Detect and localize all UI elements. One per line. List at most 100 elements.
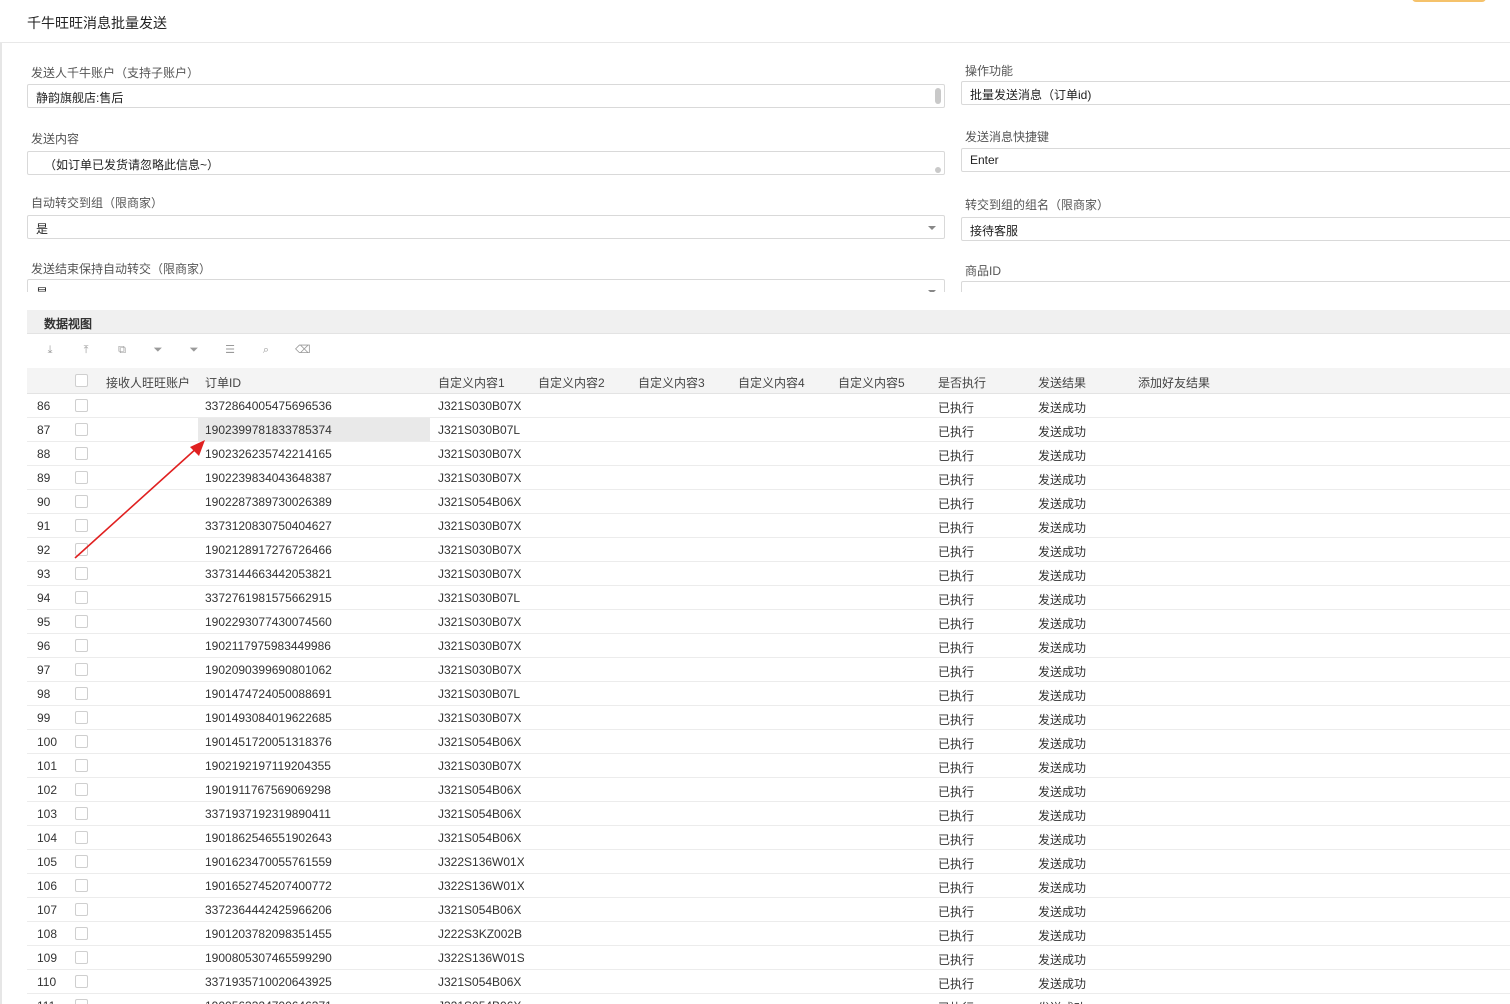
- col-add-friend-result[interactable]: 添加好友结果: [1138, 374, 1210, 391]
- executed-cell[interactable]: 已执行: [938, 399, 974, 416]
- table-row[interactable]: 90 1902287389730026389 J321S054B06X 已执行 发送成功: [27, 490, 1510, 514]
- table-row[interactable]: 91 3373120830750404627 J321S030B07X 已执行 发送成功: [27, 514, 1510, 538]
- order-id-cell[interactable]: 1901203782098351455: [205, 927, 332, 941]
- order-id-cell[interactable]: 3371935710020643925: [205, 975, 332, 989]
- send-result-cell[interactable]: 发送成功: [1038, 495, 1086, 512]
- order-id-cell[interactable]: 1902287389730026389: [205, 495, 332, 509]
- send-result-cell[interactable]: 发送成功: [1038, 615, 1086, 632]
- order-id-cell[interactable]: 1902326235742214165: [205, 447, 332, 461]
- executed-cell[interactable]: 已执行: [938, 519, 974, 536]
- custom1-cell[interactable]: J321S054B06X: [438, 999, 524, 1004]
- send-result-cell[interactable]: 发送成功: [1038, 999, 1086, 1004]
- sender-field[interactable]: 静韵旗舰店:售后: [27, 84, 945, 108]
- row-checkbox[interactable]: [75, 687, 88, 700]
- executed-cell[interactable]: 已执行: [938, 615, 974, 632]
- executed-cell[interactable]: 已执行: [938, 471, 974, 488]
- col-send-result[interactable]: 发送结果: [1038, 374, 1086, 391]
- row-checkbox[interactable]: [75, 951, 88, 964]
- order-id-cell[interactable]: 3371937192319890411: [205, 807, 331, 821]
- executed-cell[interactable]: 已执行: [938, 951, 974, 968]
- send-result-cell[interactable]: 发送成功: [1038, 831, 1086, 848]
- order-id-cell[interactable]: 1902239834043648387: [205, 471, 332, 485]
- custom1-cell[interactable]: J321S030B07X: [438, 567, 524, 581]
- custom1-cell[interactable]: J321S030B07X: [438, 471, 524, 485]
- send-result-cell[interactable]: 发送成功: [1038, 471, 1086, 488]
- table-row[interactable]: 106 1901652745207400772 J322S136W01X 已执行 发送成…: [27, 874, 1510, 898]
- col-executed[interactable]: 是否执行: [938, 374, 986, 391]
- row-checkbox[interactable]: [75, 447, 88, 460]
- send-result-cell[interactable]: 发送成功: [1038, 975, 1086, 992]
- keep-transfer-select[interactable]: 是: [27, 279, 945, 292]
- row-checkbox[interactable]: [75, 423, 88, 436]
- col-custom3[interactable]: 自定义内容3: [638, 374, 705, 391]
- order-id-cell[interactable]: 1901652745207400772: [205, 879, 332, 893]
- table-row[interactable]: 101 1902192197119204355 J321S030B07X 已执行 发送成…: [27, 754, 1510, 778]
- executed-cell[interactable]: 已执行: [938, 759, 974, 776]
- send-result-cell[interactable]: 发送成功: [1038, 759, 1086, 776]
- custom1-cell[interactable]: J321S030B07X: [438, 639, 524, 653]
- row-checkbox[interactable]: [75, 591, 88, 604]
- row-checkbox[interactable]: [75, 663, 88, 676]
- row-checkbox[interactable]: [75, 567, 88, 580]
- custom1-cell[interactable]: J321S030B07L: [438, 591, 524, 605]
- table-row[interactable]: 103 3371937192319890411 J321S054B06X 已执行 发送成…: [27, 802, 1510, 826]
- executed-cell[interactable]: 已执行: [938, 855, 974, 872]
- row-checkbox[interactable]: [75, 471, 88, 484]
- send-result-cell[interactable]: 发送成功: [1038, 663, 1086, 680]
- custom1-cell[interactable]: J321S054B06X: [438, 975, 524, 989]
- content-field[interactable]: （如订单已发货请忽略此信息~）: [27, 151, 945, 175]
- upload-icon[interactable]: ⤒: [79, 343, 93, 357]
- custom1-cell[interactable]: J321S054B06X: [438, 495, 524, 509]
- order-id-cell[interactable]: 3373144663442053821: [205, 567, 332, 581]
- send-result-cell[interactable]: 发送成功: [1038, 543, 1086, 560]
- group-name-field[interactable]: 接待客服: [961, 217, 1510, 241]
- row-checkbox[interactable]: [75, 519, 88, 532]
- custom1-cell[interactable]: J321S054B06X: [438, 735, 524, 749]
- col-custom2[interactable]: 自定义内容2: [538, 374, 605, 391]
- col-receiver[interactable]: 接收人旺旺账户: [106, 374, 190, 391]
- row-checkbox[interactable]: [75, 783, 88, 796]
- table-row[interactable]: 98 1901474724050088691 J321S030B07L 已执行 发送成功: [27, 682, 1510, 706]
- order-id-cell[interactable]: 1902399781833785374: [205, 423, 332, 437]
- order-id-cell[interactable]: 1902293077430074560: [205, 615, 332, 629]
- row-checkbox[interactable]: [75, 495, 88, 508]
- send-result-cell[interactable]: 发送成功: [1038, 639, 1086, 656]
- table-row[interactable]: 96 1902117975983449986 J321S030B07X 已执行 发送成功: [27, 634, 1510, 658]
- order-id-cell[interactable]: 1902192197119204355: [205, 759, 331, 773]
- order-id-cell[interactable]: 1900563324700646371: [205, 999, 332, 1004]
- custom1-cell[interactable]: J321S030B07X: [438, 615, 524, 629]
- send-result-cell[interactable]: 发送成功: [1038, 951, 1086, 968]
- product-id-field[interactable]: [961, 281, 1510, 292]
- send-result-cell[interactable]: 发送成功: [1038, 783, 1086, 800]
- executed-cell[interactable]: 已执行: [938, 591, 974, 608]
- executed-cell[interactable]: 已执行: [938, 783, 974, 800]
- custom1-cell[interactable]: J321S030B07X: [438, 447, 524, 461]
- send-result-cell[interactable]: 发送成功: [1038, 447, 1086, 464]
- filter-icon[interactable]: ⏷: [151, 343, 165, 357]
- executed-cell[interactable]: 已执行: [938, 999, 974, 1004]
- custom1-cell[interactable]: J321S030B07L: [438, 423, 524, 437]
- col-order-id[interactable]: 订单ID: [205, 374, 241, 391]
- custom1-cell[interactable]: J321S030B07L: [438, 687, 524, 701]
- executed-cell[interactable]: 已执行: [938, 975, 974, 992]
- content-scrollbar[interactable]: [935, 167, 941, 173]
- custom1-cell[interactable]: J322S136W01X: [438, 855, 524, 869]
- custom1-cell[interactable]: J321S030B07X: [438, 711, 524, 725]
- executed-cell[interactable]: 已执行: [938, 423, 974, 440]
- executed-cell[interactable]: 已执行: [938, 807, 974, 824]
- row-checkbox[interactable]: [75, 879, 88, 892]
- table-row[interactable]: 89 1902239834043648387 J321S030B07X 已执行 发送成功: [27, 466, 1510, 490]
- clear-icon[interactable]: ⌫: [295, 343, 311, 357]
- table-row[interactable]: 105 1901623470055761559 J322S136W01X 已执行 发送成…: [27, 850, 1510, 874]
- row-checkbox[interactable]: [75, 615, 88, 628]
- row-checkbox[interactable]: [75, 807, 88, 820]
- custom1-cell[interactable]: J321S030B07X: [438, 543, 524, 557]
- table-row[interactable]: 94 3372761981575662915 J321S030B07L 已执行 发送成功: [27, 586, 1510, 610]
- sender-scrollbar[interactable]: [935, 88, 941, 104]
- table-row[interactable]: 107 3372364442425966206 J321S054B06X 已执行 发送成…: [27, 898, 1510, 922]
- custom1-cell[interactable]: J321S054B06X: [438, 807, 524, 821]
- custom1-cell[interactable]: J321S030B07X: [438, 759, 524, 773]
- order-id-cell[interactable]: 1901493084019622685: [205, 711, 332, 725]
- send-result-cell[interactable]: 发送成功: [1038, 711, 1086, 728]
- custom1-cell[interactable]: J321S054B06X: [438, 783, 524, 797]
